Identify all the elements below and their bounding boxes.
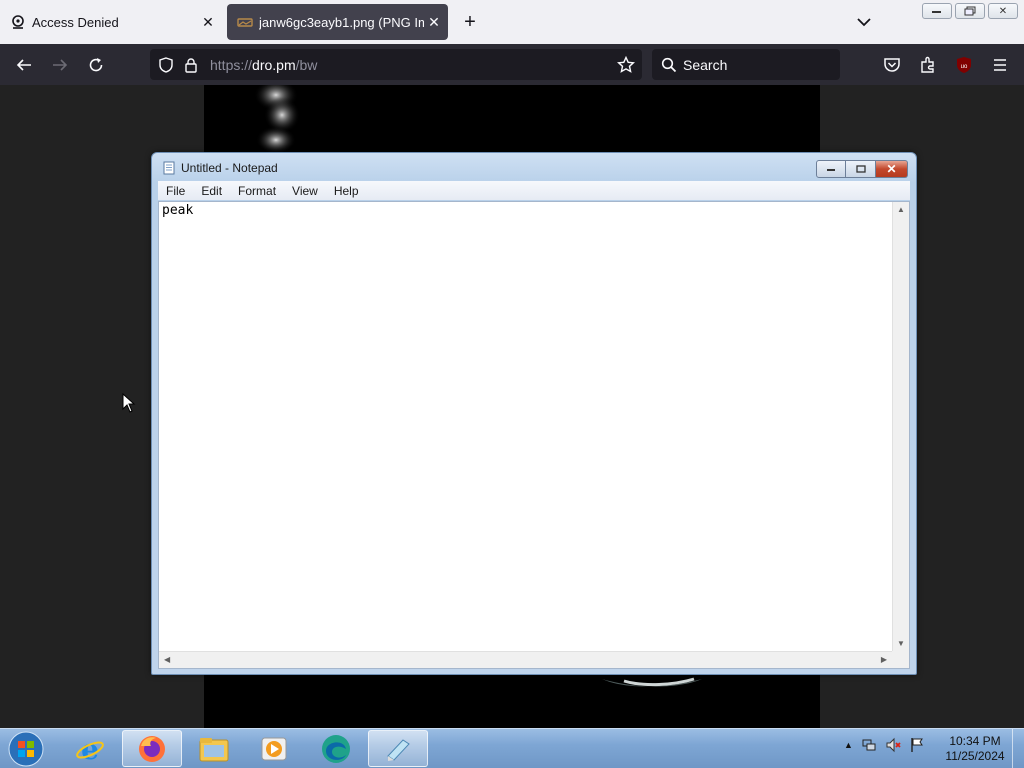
notepad-window-controls: ✕	[816, 160, 908, 178]
image-icon	[237, 14, 253, 30]
file-explorer-icon	[199, 737, 229, 761]
start-button[interactable]	[6, 731, 46, 767]
tab-title: Access Denied	[32, 14, 119, 30]
svg-text:uo: uo	[961, 64, 968, 70]
search-placeholder: Search	[683, 57, 728, 73]
minimize-button[interactable]	[816, 160, 846, 178]
taskbar-firefox[interactable]	[122, 730, 182, 767]
menu-format[interactable]: Format	[230, 184, 284, 198]
tab-close-icon[interactable]: ✕	[198, 14, 218, 31]
clock-time: 10:34 PM	[949, 734, 1001, 748]
taskbar-edge[interactable]	[306, 730, 366, 767]
extensions-icon[interactable]	[916, 53, 940, 77]
url-text: https://dro.pm/bw	[210, 57, 317, 73]
clock-date: 11/25/2024	[945, 749, 1005, 763]
scroll-up-arrow-icon[interactable]: ▲	[897, 205, 905, 214]
notepad-text-area[interactable]: peak ▲ ▼ ◀ ▶	[158, 201, 910, 669]
volume-muted-icon[interactable]	[885, 737, 901, 753]
show-desktop-button[interactable]	[1012, 729, 1024, 768]
bookmark-star-icon[interactable]	[614, 53, 638, 77]
mouse-cursor-icon	[122, 392, 136, 418]
taskbar-media-player[interactable]	[244, 730, 304, 767]
url-path: /bw	[295, 57, 318, 73]
vertical-scrollbar[interactable]: ▲ ▼	[892, 202, 909, 651]
menu-edit[interactable]: Edit	[193, 184, 230, 198]
notepad-content: peak	[162, 203, 194, 218]
scroll-down-arrow-icon[interactable]: ▼	[897, 639, 905, 648]
svg-text:e: e	[81, 733, 99, 765]
show-hidden-icons-icon[interactable]: ▲	[844, 740, 853, 750]
action-center-flag-icon[interactable]	[909, 737, 925, 753]
minimize-button[interactable]	[922, 3, 952, 19]
tab-title: janw6gc3eayb1.png (PNG Imag	[259, 14, 424, 30]
forward-arrow-icon[interactable]	[48, 53, 72, 77]
scroll-left-arrow-icon[interactable]: ◀	[164, 655, 170, 664]
maximize-button[interactable]	[846, 160, 876, 178]
search-bar[interactable]: Search	[652, 49, 840, 80]
notepad-titlebar[interactable]: Untitled - Notepad	[162, 161, 278, 175]
internet-explorer-icon: e	[76, 733, 104, 765]
taskbar-internet-explorer[interactable]: e	[60, 730, 120, 767]
close-button[interactable]: ✕	[988, 3, 1018, 19]
url-host: dro.pm	[252, 57, 296, 73]
firefox-icon	[139, 735, 165, 762]
tracker-icon	[10, 14, 26, 30]
reload-icon[interactable]	[84, 53, 108, 77]
resize-grip-icon[interactable]	[892, 651, 909, 668]
new-tab-button[interactable]: +	[458, 10, 482, 34]
back-arrow-icon[interactable]	[12, 53, 36, 77]
taskbar-clock[interactable]: 10:34 PM 11/25/2024	[940, 734, 1010, 764]
notepad-menubar: File Edit Format View Help	[158, 181, 910, 200]
tab-png-image[interactable]: janw6gc3eayb1.png (PNG Imag ✕	[227, 4, 448, 40]
tab-close-icon[interactable]: ✕	[424, 14, 444, 31]
menu-hamburger-icon[interactable]	[988, 53, 1012, 77]
search-icon	[657, 53, 681, 77]
ublock-origin-icon[interactable]: uo	[952, 53, 976, 77]
system-tray: ▲	[844, 737, 925, 753]
menu-help[interactable]: Help	[326, 184, 367, 198]
network-icon[interactable]	[861, 737, 877, 753]
notepad-icon	[387, 738, 410, 761]
notepad-title: Untitled - Notepad	[181, 161, 278, 175]
restore-button[interactable]	[955, 3, 985, 19]
tab-access-denied[interactable]: Access Denied ✕	[0, 4, 222, 40]
menu-view[interactable]: View	[284, 184, 326, 198]
browser-toolbar: https://dro.pm/bw Search uo	[0, 44, 1024, 85]
close-button[interactable]: ✕	[876, 160, 908, 178]
menu-file[interactable]: File	[158, 184, 193, 198]
shield-icon[interactable]	[154, 53, 178, 77]
browser-tab-strip: Access Denied ✕ janw6gc3eayb1.png (PNG I…	[0, 0, 1024, 44]
edge-icon	[322, 734, 350, 763]
notepad-window: Untitled - Notepad ✕ File Edit Format Vi…	[151, 152, 917, 675]
scroll-right-arrow-icon[interactable]: ▶	[881, 655, 887, 664]
windows-logo-icon	[8, 731, 44, 767]
taskbar: e ▲ 10:34 PM 11/25/2024	[0, 728, 1024, 768]
media-player-icon	[261, 737, 287, 760]
notepad-icon	[162, 161, 176, 175]
browser-window-controls: ✕	[922, 3, 1018, 19]
list-all-tabs-chevron-icon[interactable]	[852, 10, 876, 34]
taskbar-file-explorer[interactable]	[184, 730, 244, 767]
taskbar-notepad[interactable]	[368, 730, 428, 767]
desktop: Access Denied ✕ janw6gc3eayb1.png (PNG I…	[0, 0, 1024, 768]
pocket-icon[interactable]	[880, 53, 904, 77]
url-scheme: https://	[210, 57, 253, 73]
horizontal-scrollbar[interactable]: ◀ ▶	[159, 651, 892, 668]
lock-icon[interactable]	[179, 53, 203, 77]
url-bar[interactable]: https://dro.pm/bw	[150, 49, 642, 80]
